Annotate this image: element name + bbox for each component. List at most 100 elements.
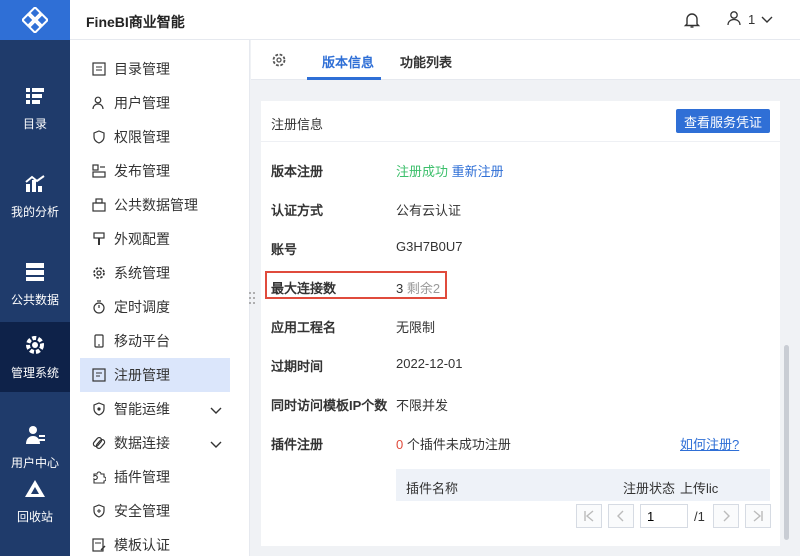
scrollbar[interactable] xyxy=(784,345,789,540)
rail-item-my-analysis[interactable]: 我的分析 xyxy=(0,161,70,231)
auth-method-value: 公有云认证 xyxy=(396,203,462,218)
submenu-item-catalog-mgmt[interactable]: 目录管理 xyxy=(80,52,230,86)
account-label: 账号 xyxy=(271,242,298,257)
view-service-cert-button[interactable]: 查看服务凭证 xyxy=(676,109,770,133)
submenu-label: 安全管理 xyxy=(114,503,170,519)
max-connections-count: 3 xyxy=(396,281,404,296)
app-title: FineBI商业智能 xyxy=(86,14,185,30)
submenu-item-security-mgmt[interactable]: 安全管理 xyxy=(80,494,230,528)
submenu-item-smart-ops[interactable]: 智能运维 xyxy=(80,392,230,426)
submenu-item-appearance[interactable]: 外观配置 xyxy=(80,222,230,256)
tab-version-info[interactable]: 版本信息 xyxy=(322,52,374,71)
panel-title: 注册信息 xyxy=(271,117,324,132)
bell-icon[interactable] xyxy=(683,11,701,29)
chevron-down-icon xyxy=(761,12,773,27)
user-name: 1 xyxy=(748,12,756,27)
rail-item-public-data[interactable]: 公共数据 xyxy=(0,249,70,319)
column-header-upload-lic: 上传lic xyxy=(680,481,719,496)
rail-label: 我的分析 xyxy=(10,204,59,219)
rail-label: 回收站 xyxy=(16,509,53,524)
recycle-icon xyxy=(24,478,46,500)
user-icon xyxy=(726,10,742,29)
register-icon xyxy=(92,368,106,382)
app-project-value: 无限制 xyxy=(396,320,436,335)
submenu-label: 目录管理 xyxy=(114,61,170,77)
admin-submenu: 目录管理 用户管理 权限管理 发布管理 公共数据管理 外观配置 系统管理 定时调… xyxy=(70,40,250,556)
link-icon xyxy=(92,436,106,450)
submenu-label: 用户管理 xyxy=(114,95,170,111)
submenu-item-scheduler[interactable]: 定时调度 xyxy=(80,290,230,324)
max-connections-label: 最大连接数 xyxy=(271,281,337,296)
concurrent-ip-value: 不限并发 xyxy=(396,398,449,413)
submenu-item-permission-mgmt[interactable]: 权限管理 xyxy=(80,120,230,154)
submenu-label: 插件管理 xyxy=(114,469,170,485)
plugin-reg-label: 插件注册 xyxy=(271,437,324,452)
first-page-icon[interactable] xyxy=(576,504,602,528)
last-page-icon[interactable] xyxy=(744,504,771,528)
max-connections-remaining: 剩余2 xyxy=(406,281,441,296)
submenu-item-plugin-mgmt[interactable]: 插件管理 xyxy=(80,460,230,494)
expire-time-value: 2022-12-01 xyxy=(396,356,463,371)
submenu-label: 系统管理 xyxy=(114,265,170,281)
version-reg-status: 注册成功 xyxy=(396,164,449,179)
security-icon xyxy=(92,504,106,518)
brush-icon xyxy=(92,232,106,246)
submenu-label: 定时调度 xyxy=(114,299,170,315)
database-icon xyxy=(24,261,46,283)
version-reg-value: 注册成功 重新注册 xyxy=(396,161,504,180)
user-icon xyxy=(92,96,106,110)
max-connections-value: 3 剩余2 xyxy=(396,278,440,297)
submenu-item-system-mgmt[interactable]: 系统管理 xyxy=(80,256,230,290)
chevron-down-icon xyxy=(210,403,222,419)
gear-icon[interactable] xyxy=(271,52,287,68)
submenu-item-template-cert[interactable]: 模板认证 xyxy=(80,528,230,556)
plugin-table-header: 插件名称 注册状态 上传lic xyxy=(396,469,770,501)
timer-icon xyxy=(92,300,106,314)
rail-label: 管理系统 xyxy=(10,365,59,380)
expire-time-label: 过期时间 xyxy=(271,359,324,374)
catalog-icon xyxy=(24,85,46,107)
page-total: /1 xyxy=(694,508,705,524)
submenu-label: 权限管理 xyxy=(114,129,170,145)
template-icon xyxy=(92,538,106,552)
column-header-plugin-name: 插件名称 xyxy=(406,481,459,496)
submenu-label: 外观配置 xyxy=(114,231,170,247)
rail-item-admin[interactable]: 管理系统 xyxy=(0,322,70,392)
analysis-icon xyxy=(24,173,46,195)
submenu-item-publish-mgmt[interactable]: 发布管理 xyxy=(80,154,230,188)
rail-item-catalog[interactable]: 目录 xyxy=(0,73,70,143)
submenu-label: 数据连接 xyxy=(114,435,170,451)
resize-handle-icon[interactable] xyxy=(248,290,256,306)
settings-icon xyxy=(92,266,106,280)
ops-icon xyxy=(92,402,106,416)
column-header-reg-status: 注册状态 xyxy=(623,481,676,496)
rail-label: 目录 xyxy=(22,116,47,131)
page-number-input[interactable] xyxy=(640,504,688,528)
account-value: G3H7B0U7 xyxy=(396,239,463,254)
left-rail: 目录 我的分析 公共数据 管理系统 用户中心 回收站 xyxy=(0,0,70,556)
submenu-item-public-data-mgmt[interactable]: 公共数据管理 xyxy=(80,188,230,222)
tab-feature-list[interactable]: 功能列表 xyxy=(400,52,452,71)
plugin-unreg-count: 0 xyxy=(396,437,404,452)
submenu-item-user-mgmt[interactable]: 用户管理 xyxy=(80,86,230,120)
shield-icon xyxy=(92,130,106,144)
how-to-register-link[interactable]: 如何注册? xyxy=(680,434,739,453)
user-menu[interactable]: 1 xyxy=(726,10,773,29)
re-register-link[interactable]: 重新注册 xyxy=(452,164,504,179)
concurrent-ip-label: 同时访问模板IP个数 xyxy=(271,398,388,413)
auth-method-label: 认证方式 xyxy=(271,203,324,218)
puzzle-icon xyxy=(92,470,106,484)
list-icon xyxy=(92,62,106,76)
active-tab-indicator xyxy=(307,77,381,80)
submenu-label: 智能运维 xyxy=(114,401,170,417)
prev-page-icon[interactable] xyxy=(608,504,634,528)
next-page-icon[interactable] xyxy=(712,504,739,528)
submenu-item-registration[interactable]: 注册管理 xyxy=(80,358,230,392)
plugin-reg-value: 0 个插件未成功注册 xyxy=(396,434,511,453)
top-bar: FineBI商业智能 1 xyxy=(70,0,800,40)
submenu-item-mobile[interactable]: 移动平台 xyxy=(80,324,230,358)
rail-item-recycle[interactable]: 回收站 xyxy=(0,466,70,536)
submenu-label: 公共数据管理 xyxy=(114,197,198,213)
app-logo[interactable] xyxy=(0,0,70,40)
submenu-item-data-connection[interactable]: 数据连接 xyxy=(80,426,230,460)
